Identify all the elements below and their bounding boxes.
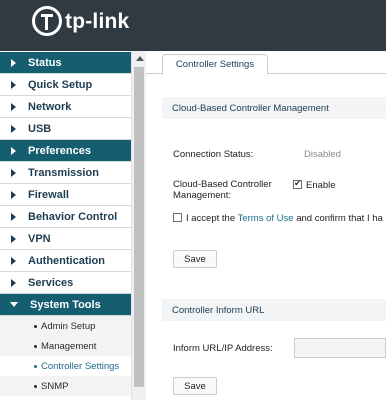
arrow-right-icon bbox=[11, 168, 16, 177]
sidebar-subitem-label: Admin Setup bbox=[41, 320, 96, 332]
sidebar-nav: Status Quick Setup Network USB Preferenc… bbox=[0, 52, 131, 396]
arrow-right-icon bbox=[11, 212, 16, 221]
sidebar-subitem-label: Management bbox=[41, 340, 97, 352]
connection-status-value: Disabled bbox=[304, 149, 341, 160]
sidebar-item-usb[interactable]: USB bbox=[0, 118, 131, 140]
accept-terms-text: I accept the Terms of Use and confirm th… bbox=[186, 213, 383, 224]
sidebar-item-label: Authentication bbox=[28, 254, 105, 267]
sidebar-item-label: Status bbox=[28, 56, 62, 69]
accept-terms-checkbox[interactable] bbox=[173, 213, 182, 222]
logo-text: tp-link bbox=[65, 10, 130, 33]
bullet-icon bbox=[34, 344, 37, 348]
arrow-right-icon bbox=[11, 58, 16, 67]
sidebar-item-label: Quick Setup bbox=[28, 78, 93, 91]
sidebar-item-label: Preferences bbox=[28, 144, 91, 157]
tab-controller-settings[interactable]: Controller Settings bbox=[162, 54, 268, 75]
bullet-icon bbox=[34, 324, 37, 328]
sidebar-item-vpn[interactable]: VPN bbox=[0, 228, 131, 250]
arrow-right-icon bbox=[11, 234, 16, 243]
cloud-management-label-line1: Cloud-Based Controller bbox=[173, 179, 272, 190]
tp-link-logo[interactable]: tp-link bbox=[32, 6, 129, 36]
sidebar-item-system-tools[interactable]: System Tools bbox=[0, 294, 131, 316]
bullet-icon bbox=[34, 384, 37, 388]
sidebar-item-network[interactable]: Network bbox=[0, 96, 131, 118]
scrollbar-thumb[interactable] bbox=[134, 67, 144, 387]
sidebar-subitem-snmp[interactable]: SNMP bbox=[0, 376, 131, 396]
accept-prefix: I accept the bbox=[186, 213, 238, 224]
enable-checkbox[interactable] bbox=[293, 178, 302, 189]
arrow-right-icon bbox=[11, 146, 16, 155]
sidebar-item-services[interactable]: Services bbox=[0, 272, 131, 294]
cloud-section-header: Cloud-Based Controller Management bbox=[162, 97, 386, 119]
main-content: Controller Settings Cloud-Based Controll… bbox=[146, 51, 386, 400]
arrow-down-icon bbox=[10, 302, 18, 307]
inform-save-button[interactable]: Save bbox=[173, 377, 217, 395]
sidebar-subitem-label: Controller Settings bbox=[41, 360, 120, 372]
bullet-icon bbox=[34, 364, 37, 368]
cloud-management-label-line2: Management: bbox=[173, 190, 232, 201]
arrow-right-icon bbox=[11, 278, 16, 287]
sidebar-subitem-admin-setup[interactable]: Admin Setup bbox=[0, 316, 131, 336]
arrow-right-icon bbox=[11, 190, 16, 199]
scroll-up-arrow-icon[interactable] bbox=[136, 56, 144, 61]
sidebar-item-behavior-control[interactable]: Behavior Control bbox=[0, 206, 131, 228]
sidebar-item-label: Services bbox=[28, 276, 74, 289]
sidebar-item-authentication[interactable]: Authentication bbox=[0, 250, 131, 272]
system-tools-submenu: Admin Setup Management Controller Settin… bbox=[0, 316, 131, 396]
inform-url-label: Inform URL/IP Address: bbox=[173, 343, 273, 354]
accept-suffix: and confirm that I ha bbox=[293, 213, 383, 224]
arrow-right-icon bbox=[11, 80, 16, 89]
connection-status-label: Connection Status: bbox=[173, 149, 254, 160]
sidebar-item-firewall[interactable]: Firewall bbox=[0, 184, 131, 206]
arrow-right-icon bbox=[11, 256, 16, 265]
inform-url-input[interactable] bbox=[294, 338, 386, 358]
tp-link-logo-icon bbox=[32, 6, 62, 36]
cloud-save-button[interactable]: Save bbox=[173, 250, 217, 268]
inform-section-header: Controller Inform URL bbox=[162, 299, 386, 321]
sidebar-item-status[interactable]: Status bbox=[0, 52, 131, 74]
sidebar-item-label: Firewall bbox=[28, 188, 69, 201]
sidebar-item-label: Behavior Control bbox=[28, 210, 118, 223]
sidebar-subitem-label: SNMP bbox=[41, 380, 69, 392]
sidebar-item-label: System Tools bbox=[30, 298, 101, 311]
sidebar-scrollbar[interactable] bbox=[131, 51, 146, 400]
arrow-right-icon bbox=[11, 102, 16, 111]
tab-bar: Controller Settings bbox=[146, 51, 386, 75]
sidebar-item-label: USB bbox=[28, 122, 52, 135]
sidebar-subitem-controller-settings[interactable]: Controller Settings bbox=[0, 356, 131, 376]
sidebar-item-label: Network bbox=[28, 100, 72, 113]
sidebar-item-transmission[interactable]: Transmission bbox=[0, 162, 131, 184]
terms-of-use-link[interactable]: Terms of Use bbox=[238, 213, 294, 224]
sidebar-item-label: VPN bbox=[28, 232, 51, 245]
sidebar: Status Quick Setup Network USB Preferenc… bbox=[0, 51, 146, 400]
sidebar-item-label: Transmission bbox=[28, 166, 99, 179]
enable-label: Enable bbox=[306, 180, 336, 191]
sidebar-item-preferences[interactable]: Preferences bbox=[0, 140, 131, 162]
header-bar: tp-link bbox=[0, 0, 386, 51]
sidebar-item-quick-setup[interactable]: Quick Setup bbox=[0, 74, 131, 96]
sidebar-subitem-management[interactable]: Management bbox=[0, 336, 131, 356]
arrow-right-icon bbox=[11, 124, 16, 133]
